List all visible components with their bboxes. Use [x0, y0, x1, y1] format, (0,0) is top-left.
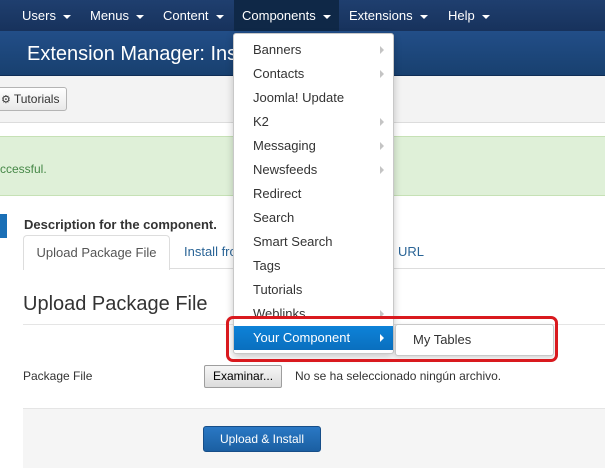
tab-upload-package[interactable]: Upload Package File	[23, 235, 170, 270]
caret-down-icon	[419, 14, 428, 19]
menu-item-label: Smart Search	[253, 234, 333, 249]
menu-item-label: Tags	[253, 258, 281, 273]
menu-item-joomla-update[interactable]: Joomla! Update	[234, 86, 393, 110]
menu-item-tags[interactable]: Tags	[234, 254, 393, 278]
components-dropdown: Banners Contacts Joomla! Update K2 Messa…	[233, 33, 394, 354]
browse-file-button[interactable]: Examinar...	[204, 365, 283, 388]
nav-extensions[interactable]: Extensions	[349, 0, 428, 31]
nav-content-label: Content	[163, 8, 209, 23]
top-navbar: Users Menus Content Components Extension…	[0, 0, 605, 31]
tab-install-url[interactable]: URL	[398, 235, 424, 269]
caret-down-icon	[136, 14, 145, 19]
menu-item-label: Search	[253, 210, 295, 225]
section-title: Upload Package File	[23, 293, 208, 315]
upload-install-button[interactable]: Upload & Install	[203, 426, 321, 452]
menu-item-label: Contacts	[253, 66, 305, 81]
menu-item-k2[interactable]: K2	[234, 110, 393, 134]
menu-item-messaging[interactable]: Messaging	[234, 134, 393, 158]
menu-item-weblinks[interactable]: Weblinks	[234, 302, 393, 326]
menu-item-smart-search[interactable]: Smart Search	[234, 230, 393, 254]
menu-item-label: Tutorials	[253, 282, 303, 297]
tutorials-button[interactable]: ⚙ Tutorials	[0, 87, 68, 111]
nav-help-label: Help	[448, 8, 475, 23]
menu-item-label: Joomla! Update	[253, 90, 345, 105]
menu-item-label: Your Component	[253, 330, 351, 345]
menu-item-label: Banners	[253, 42, 302, 57]
nav-menus-label: Menus	[90, 8, 130, 23]
nav-users[interactable]: Users	[22, 0, 71, 31]
chevron-right-icon	[380, 46, 384, 54]
page-title: Extension Manager: Ins	[27, 43, 238, 65]
side-marker	[0, 214, 7, 238]
package-file-label: Package File	[23, 369, 93, 383]
menu-item-label: Weblinks	[253, 306, 306, 321]
chevron-right-icon	[380, 310, 384, 318]
chevron-right-icon	[380, 118, 384, 126]
nav-users-label: Users	[22, 8, 56, 23]
menu-item-tutorials[interactable]: Tutorials	[234, 278, 393, 302]
caret-down-icon	[481, 14, 490, 19]
chevron-right-icon	[380, 334, 384, 342]
your-component-submenu: My Tables	[395, 324, 554, 356]
menu-item-contacts[interactable]: Contacts	[234, 62, 393, 86]
gear-icon: ⚙	[1, 94, 11, 106]
submenu-item-my-tables[interactable]: My Tables	[413, 325, 471, 355]
chevron-right-icon	[380, 70, 384, 78]
tutorials-button-label: Tutorials	[13, 92, 60, 106]
file-status: No se ha seleccionado ningún archivo.	[295, 369, 502, 383]
nav-content[interactable]: Content	[163, 0, 224, 31]
menu-item-search[interactable]: Search	[234, 206, 393, 230]
nav-menus[interactable]: Menus	[90, 0, 145, 31]
menu-item-redirect[interactable]: Redirect	[234, 182, 393, 206]
menu-item-your-component[interactable]: Your Component	[234, 326, 393, 350]
component-description: Description for the component.	[24, 217, 217, 232]
nav-extensions-label: Extensions	[349, 8, 413, 23]
chevron-right-icon	[380, 166, 384, 174]
caret-down-icon	[215, 14, 224, 19]
caret-down-icon	[322, 14, 331, 19]
caret-down-icon	[62, 14, 71, 19]
menu-item-newsfeeds[interactable]: Newsfeeds	[234, 158, 393, 182]
menu-item-label: Newsfeeds	[253, 162, 318, 177]
alert-message: ccessful.	[0, 162, 47, 176]
tab-install-folder[interactable]: Install fro	[184, 235, 237, 269]
menu-item-label: Messaging	[253, 138, 316, 153]
menu-item-banners[interactable]: Banners	[234, 38, 393, 62]
menu-item-label: K2	[253, 114, 269, 129]
nav-components[interactable]: Components	[234, 0, 339, 31]
nav-components-label: Components	[242, 8, 316, 23]
nav-help[interactable]: Help	[448, 0, 490, 31]
chevron-right-icon	[380, 142, 384, 150]
menu-item-label: Redirect	[253, 186, 302, 201]
